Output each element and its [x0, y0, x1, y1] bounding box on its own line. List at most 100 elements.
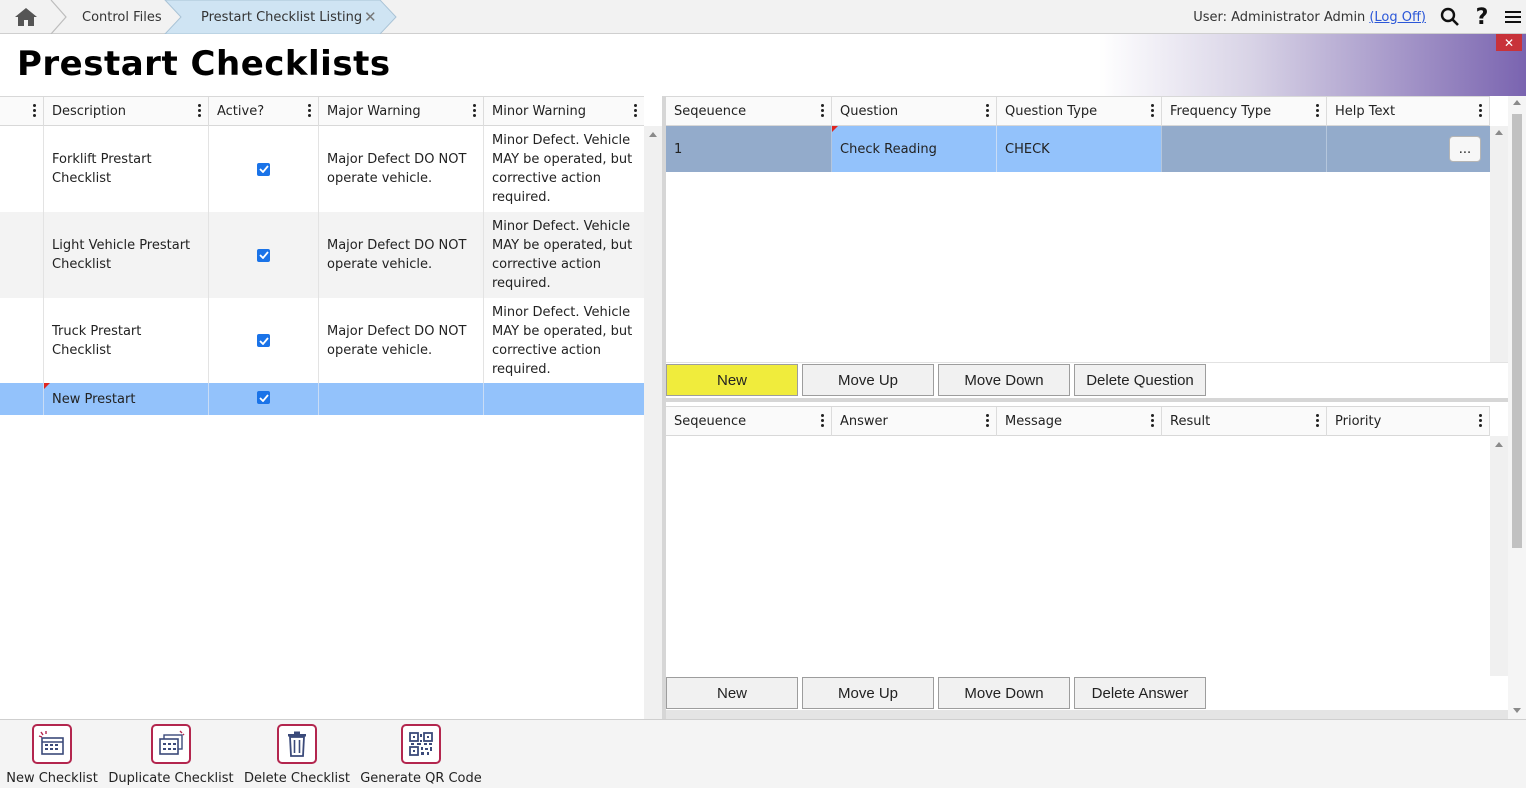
table-row-selected[interactable]: 1 Check Reading CHECK ... — [666, 126, 1490, 172]
close-tab-icon[interactable]: ✕ — [364, 0, 377, 34]
move-up-question-button[interactable]: Move Up — [802, 364, 934, 396]
duplicate-checklist-button[interactable]: Duplicate Checklist — [108, 724, 234, 786]
cell-major-warning[interactable]: Major Defect DO NOT operate vehicle. — [319, 212, 484, 298]
move-down-question-button[interactable]: Move Down — [938, 364, 1070, 396]
cell-active[interactable] — [209, 383, 319, 415]
row-selector[interactable] — [0, 212, 44, 298]
row-selector[interactable] — [0, 298, 44, 383]
new-checklist-button[interactable]: New Checklist — [6, 724, 98, 786]
cell-description[interactable]: Light Vehicle Prestart Checklist — [44, 212, 209, 298]
checkbox-icon[interactable] — [257, 248, 270, 262]
checklist-scrollbar[interactable] — [644, 126, 662, 719]
cell-major-warning[interactable]: Major Defect DO NOT operate vehicle. — [319, 126, 484, 212]
scroll-down-icon[interactable] — [1513, 708, 1521, 713]
cell-frequency-type[interactable] — [1162, 126, 1327, 172]
cell-major-warning[interactable] — [319, 383, 484, 415]
checkbox-icon[interactable] — [257, 391, 270, 404]
kebab-icon[interactable] — [821, 414, 825, 429]
cell-question[interactable]: Check Reading — [832, 126, 997, 172]
table-row[interactable]: Truck Prestart Checklist Major Defect DO… — [0, 298, 644, 383]
move-up-answer-button[interactable]: Move Up — [802, 677, 934, 709]
kebab-icon[interactable] — [986, 414, 990, 429]
kebab-icon[interactable] — [308, 104, 312, 119]
scroll-up-icon[interactable] — [1495, 442, 1503, 447]
cell-minor-warning[interactable]: Minor Defect. Vehicle MAY be operated, b… — [484, 212, 644, 298]
kebab-icon[interactable] — [1151, 104, 1155, 119]
column-header-priority[interactable]: Priority — [1327, 407, 1490, 436]
column-header-help-text[interactable]: Help Text — [1327, 97, 1490, 126]
answer-scrollbar[interactable] — [1490, 436, 1508, 676]
cell-help-text[interactable]: ... — [1327, 126, 1490, 172]
delete-question-button[interactable]: Delete Question — [1074, 364, 1206, 396]
new-answer-button[interactable]: New — [666, 677, 798, 709]
kebab-icon[interactable] — [1316, 414, 1320, 429]
table-row[interactable]: Forklift Prestart Checklist Major Defect… — [0, 126, 644, 212]
question-scrollbar[interactable] — [1490, 126, 1508, 370]
kebab-icon[interactable] — [821, 104, 825, 119]
breadcrumb-prestart-checklist-listing[interactable]: Prestart Checklist Listing — [201, 0, 362, 34]
cell-sequence[interactable]: 1 — [666, 126, 832, 172]
row-selector[interactable] — [0, 383, 44, 415]
checkbox-icon[interactable] — [257, 162, 270, 176]
logoff-link[interactable]: (Log Off) — [1369, 10, 1426, 25]
generate-qr-code-button[interactable]: Generate QR Code — [360, 724, 482, 786]
new-question-button[interactable]: New — [666, 364, 798, 396]
kebab-icon[interactable] — [33, 104, 37, 119]
kebab-icon[interactable] — [1151, 414, 1155, 429]
help-text-edit-button[interactable]: ... — [1449, 136, 1481, 162]
checkbox-icon[interactable] — [257, 334, 270, 347]
column-header-frequency-type[interactable]: Frequency Type — [1162, 97, 1327, 126]
breadcrumb-control-files[interactable]: Control Files — [82, 0, 162, 34]
row-selector[interactable] — [0, 126, 44, 212]
search-icon[interactable] — [1438, 0, 1462, 34]
column-header-question[interactable]: Question — [832, 97, 997, 126]
kebab-icon[interactable] — [473, 104, 477, 119]
close-icon[interactable]: ✕ — [1496, 34, 1522, 51]
scroll-up-icon[interactable] — [1495, 130, 1503, 135]
delete-checklist-button[interactable]: Delete Checklist — [244, 724, 350, 786]
cell-minor-warning[interactable]: Minor Defect. Vehicle MAY be operated, b… — [484, 126, 644, 212]
column-header-minor-warning[interactable]: Minor Warning — [484, 97, 644, 126]
home-button[interactable] — [0, 0, 52, 34]
scrollbar-thumb[interactable] — [1512, 114, 1522, 548]
cell-active[interactable] — [209, 126, 319, 212]
column-header-sequence[interactable]: Seqeuence — [666, 97, 832, 126]
column-header-message[interactable]: Message — [997, 407, 1162, 436]
cell-description[interactable]: Forklift Prestart Checklist — [44, 126, 209, 212]
kebab-icon[interactable] — [1479, 104, 1483, 119]
column-header-label: Major Warning — [327, 104, 421, 119]
kebab-icon[interactable] — [634, 104, 638, 119]
cell-minor-warning[interactable]: Minor Defect. Vehicle MAY be operated, b… — [484, 298, 644, 383]
answer-horizontal-scrollbar[interactable] — [666, 710, 1508, 719]
column-header-question-type[interactable]: Question Type — [997, 97, 1162, 126]
cell-active[interactable] — [209, 298, 319, 383]
help-icon[interactable]: ? — [1472, 0, 1492, 34]
cell-description[interactable]: New Prestart — [44, 383, 209, 415]
column-header-active[interactable]: Active? — [209, 97, 319, 126]
kebab-icon[interactable] — [198, 104, 202, 119]
table-row[interactable]: Light Vehicle Prestart Checklist Major D… — [0, 212, 644, 298]
column-header-description[interactable]: Description — [44, 97, 209, 126]
scroll-up-icon[interactable] — [649, 132, 657, 137]
kebab-icon[interactable] — [1316, 104, 1320, 119]
column-header-sequence[interactable]: Seqeuence — [666, 407, 832, 436]
row-selector-header[interactable] — [0, 97, 44, 126]
cell-minor-warning[interactable] — [484, 383, 644, 415]
cell-major-warning[interactable]: Major Defect DO NOT operate vehicle. — [319, 298, 484, 383]
column-header-answer[interactable]: Answer — [832, 407, 997, 436]
kebab-icon[interactable] — [1479, 414, 1483, 429]
cell-question-type[interactable]: CHECK — [997, 126, 1162, 172]
horizontal-splitter[interactable] — [666, 398, 1508, 402]
scroll-up-icon[interactable] — [1513, 100, 1521, 105]
move-down-answer-button[interactable]: Move Down — [938, 677, 1070, 709]
cell-description[interactable]: Truck Prestart Checklist — [44, 298, 209, 383]
column-header-result[interactable]: Result — [1162, 407, 1327, 436]
cell-active[interactable] — [209, 212, 319, 298]
menu-icon[interactable] — [1502, 0, 1524, 34]
kebab-icon[interactable] — [986, 104, 990, 119]
delete-answer-button[interactable]: Delete Answer — [1074, 677, 1206, 709]
page-scrollbar[interactable] — [1508, 96, 1526, 719]
table-row-selected[interactable]: New Prestart — [0, 383, 644, 415]
home-icon — [15, 8, 37, 26]
column-header-major-warning[interactable]: Major Warning — [319, 97, 484, 126]
